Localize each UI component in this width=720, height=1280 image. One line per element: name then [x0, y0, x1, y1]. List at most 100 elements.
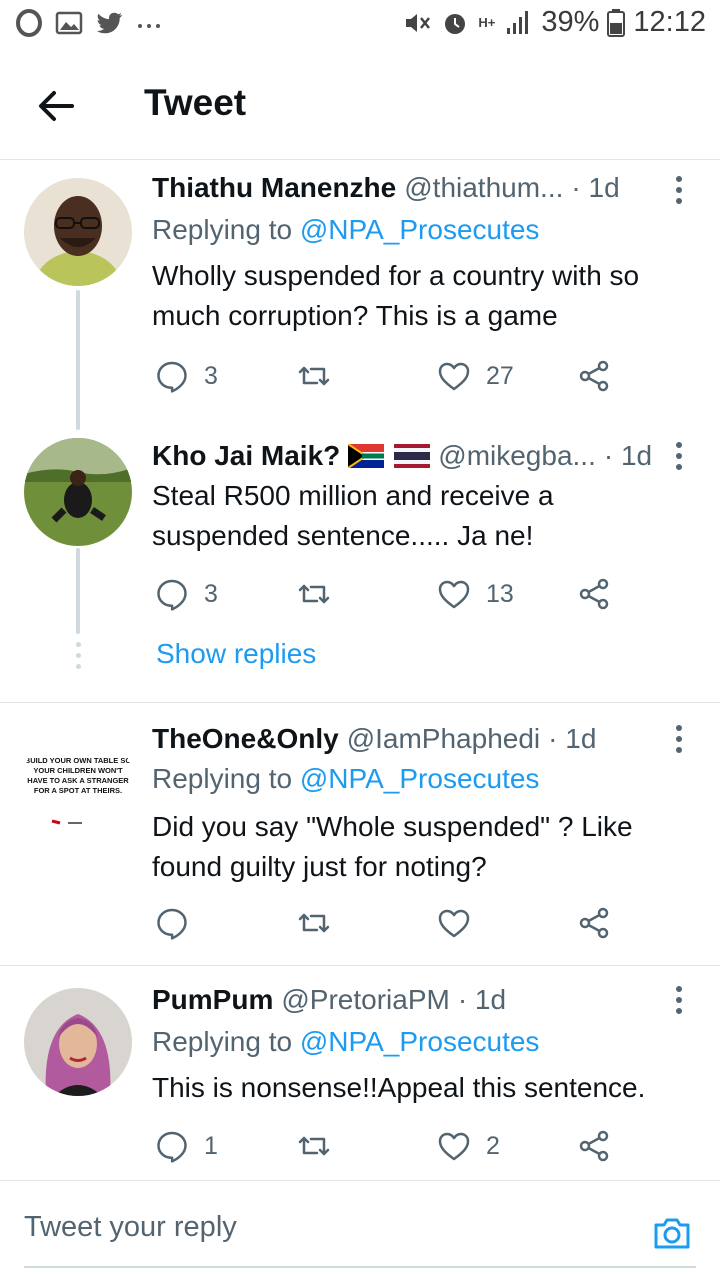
avatar-photo: BUILD YOUR OWN TABLE SO YOUR CHILDREN WO… — [24, 725, 132, 833]
heart-icon — [438, 580, 470, 609]
username[interactable]: @IamPhaphedi — [347, 723, 540, 755]
reply-input[interactable] — [24, 1211, 584, 1244]
tweet-item[interactable]: Thiathu Manenzhe @thiathum... · 1d Reply… — [0, 160, 720, 430]
svg-text:YOUR CHILDREN WON'T: YOUR CHILDREN WON'T — [33, 766, 123, 775]
reply-icon — [157, 1131, 187, 1163]
timestamp[interactable]: · 1d — [571, 172, 619, 204]
display-name[interactable]: PumPum — [152, 984, 273, 1016]
battery-icon — [607, 8, 626, 37]
status-bar: H+ 39% 12:12 — [0, 0, 720, 52]
reply-button[interactable]: 3 — [154, 354, 218, 398]
retweet-icon — [298, 913, 330, 933]
reply-composer — [0, 1180, 720, 1280]
svg-text:HAVE TO ASK A STRANGER: HAVE TO ASK A STRANGER — [27, 776, 129, 785]
more-options-icon[interactable] — [674, 176, 684, 208]
svg-text:BUILD YOUR OWN TABLE SO: BUILD YOUR OWN TABLE SO — [25, 756, 132, 765]
retweet-button[interactable] — [296, 354, 346, 398]
opera-icon — [16, 9, 42, 37]
reply-button[interactable]: 3 — [154, 572, 218, 616]
timestamp[interactable]: · 1d — [604, 440, 652, 472]
like-count: 13 — [486, 579, 514, 608]
tweet-actions: 1 2 — [152, 1124, 622, 1168]
mention-link[interactable]: @NPA_Prosecutes — [300, 1026, 540, 1057]
thread-line — [76, 548, 80, 634]
like-button[interactable]: 27 — [436, 354, 514, 398]
like-count: 27 — [486, 361, 514, 390]
replying-to: Replying to @NPA_Prosecutes — [152, 1026, 539, 1058]
more-options-icon[interactable] — [674, 986, 684, 1018]
signal-icon — [507, 10, 529, 34]
network-type: H+ — [478, 15, 496, 30]
display-name[interactable]: Kho Jai Maik? — [152, 440, 340, 472]
tweet-text: Wholly suspended for a country with so m… — [152, 260, 640, 331]
tweet-header: TheOne&Only @IamPhaphedi · 1d — [152, 719, 690, 759]
avatar[interactable] — [24, 438, 132, 546]
like-count: 2 — [486, 1131, 500, 1160]
replying-to-label: Replying to — [152, 214, 293, 245]
retweet-icon — [298, 1136, 330, 1156]
arrow-left-icon[interactable] — [32, 82, 80, 130]
svg-text:FOR A SPOT AT THEIRS.: FOR A SPOT AT THEIRS. — [34, 786, 122, 795]
show-replies-link[interactable]: Show replies — [156, 638, 316, 670]
page-title: Tweet — [144, 82, 247, 123]
input-underline — [24, 1266, 696, 1268]
share-button[interactable] — [576, 572, 612, 616]
south-africa-flag-icon — [348, 444, 385, 468]
reply-count: 3 — [204, 361, 218, 390]
tweet-item[interactable]: PumPum @PretoriaPM · 1d Replying to @NPA… — [0, 966, 720, 1180]
clock: 12:12 — [633, 6, 706, 38]
share-button[interactable] — [576, 901, 612, 945]
timestamp[interactable]: · 1d — [458, 984, 506, 1016]
like-button[interactable]: 2 — [436, 1124, 500, 1168]
display-name[interactable]: Thiathu Manenzhe — [152, 172, 396, 204]
status-right-icons: H+ 39% 12:12 — [402, 6, 706, 39]
more-dots-icon — [138, 24, 160, 28]
heart-icon — [438, 362, 470, 391]
reply-icon — [157, 361, 187, 393]
tweet-item[interactable]: BUILD YOUR OWN TABLE SO YOUR CHILDREN WO… — [0, 703, 720, 965]
camera-icon[interactable] — [650, 1211, 694, 1255]
retweet-button[interactable] — [296, 572, 346, 616]
thread-line — [76, 290, 80, 430]
tweet-text: This is nonsense!!Appeal this sentence. — [152, 1072, 646, 1103]
more-options-icon[interactable] — [674, 725, 684, 757]
tweet-header: PumPum @PretoriaPM · 1d — [152, 980, 690, 1020]
replying-to: Replying to @NPA_Prosecutes — [152, 763, 539, 795]
like-button[interactable]: 13 — [436, 572, 514, 616]
tweet-item[interactable]: Kho Jai Maik? @mikegba... · 1d Steal R50… — [0, 430, 720, 702]
retweet-button[interactable] — [296, 901, 346, 945]
avatar[interactable] — [24, 178, 132, 286]
avatar[interactable] — [24, 988, 132, 1096]
retweet-icon — [298, 366, 330, 386]
retweet-button[interactable] — [296, 1124, 346, 1168]
reply-icon — [157, 908, 187, 940]
like-button[interactable] — [436, 901, 486, 945]
more-options-icon[interactable] — [674, 442, 684, 474]
thread-dots — [74, 642, 82, 675]
username[interactable]: @thiathum... — [404, 172, 563, 204]
timestamp[interactable]: · 1d — [548, 723, 596, 755]
tweet-text: Steal R500 million and receive a suspend… — [152, 480, 554, 551]
reply-button[interactable] — [154, 901, 204, 945]
tweet-actions: 3 13 — [152, 572, 622, 616]
status-left-icons — [14, 8, 164, 38]
avatar-photo — [24, 178, 132, 286]
mention-link[interactable]: @NPA_Prosecutes — [300, 214, 540, 245]
share-button[interactable] — [576, 354, 612, 398]
tweet-header: Kho Jai Maik? @mikegba... · 1d — [152, 436, 690, 476]
username[interactable]: @PretoriaPM — [281, 984, 449, 1016]
share-button[interactable] — [576, 1124, 612, 1168]
mention-link[interactable]: @NPA_Prosecutes — [300, 763, 540, 794]
share-icon — [579, 360, 609, 392]
gallery-icon — [55, 11, 83, 35]
replying-to-label: Replying to — [152, 763, 293, 794]
alarm-icon — [445, 13, 466, 34]
reply-button[interactable]: 1 — [154, 1124, 218, 1168]
username[interactable]: @mikegba... — [438, 440, 596, 472]
app-header: Tweet — [0, 52, 720, 160]
share-icon — [579, 578, 609, 610]
avatar[interactable]: BUILD YOUR OWN TABLE SO YOUR CHILDREN WO… — [24, 725, 132, 833]
battery-level: 39% — [541, 6, 600, 38]
avatar-photo — [24, 988, 132, 1096]
display-name[interactable]: TheOne&Only — [152, 723, 339, 755]
